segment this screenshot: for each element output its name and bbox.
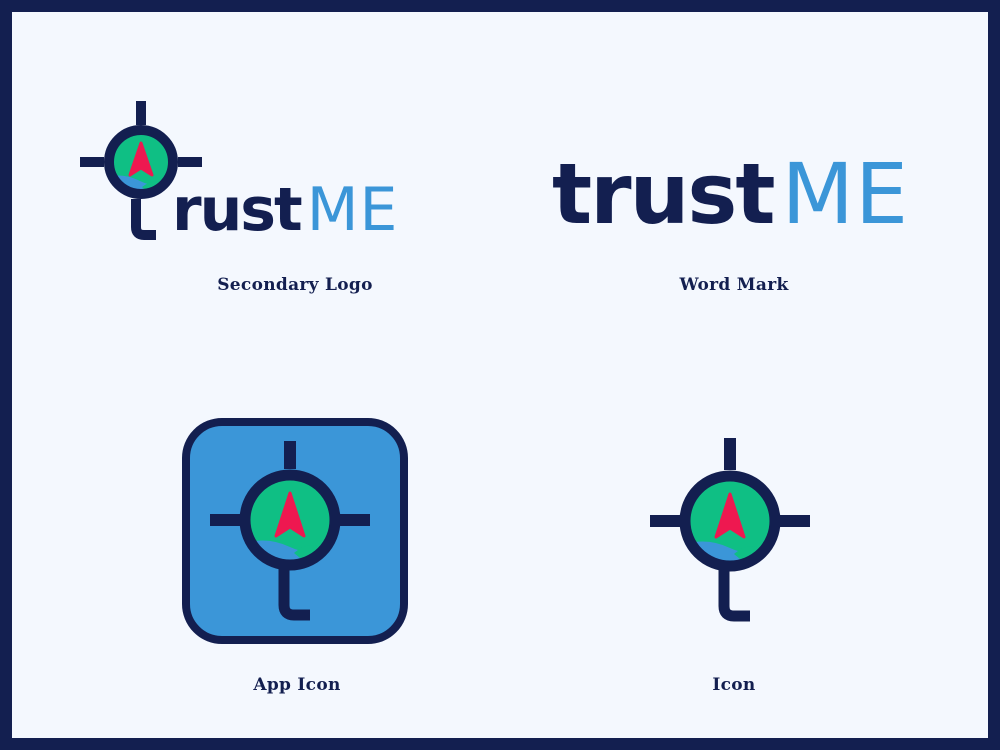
icon-panel: Icon (500, 312, 988, 738)
crosshair-compass-icon (650, 438, 810, 622)
wordmark-dark-part: trust (552, 145, 776, 243)
brand-board: rust ME Secondary Logo trustME Word Mark … (12, 12, 988, 738)
icon-caption: Icon (712, 675, 756, 695)
word-mark: trustME Word Mark (500, 12, 988, 312)
secondary-logo: rust ME Secondary Logo (12, 12, 500, 312)
wordmark-blue-part: ME (306, 175, 399, 245)
wordmark-blue-part: ME (781, 145, 910, 243)
secondary-logo-caption: Secondary Logo (217, 275, 373, 295)
app-icon-panel: App Icon (12, 312, 500, 738)
word-mark-caption: Word Mark (679, 275, 789, 295)
app-icon-caption: App Icon (253, 675, 341, 695)
wordmark-dark-part: rust (172, 175, 303, 245)
crosshair-compass-icon (210, 441, 370, 621)
